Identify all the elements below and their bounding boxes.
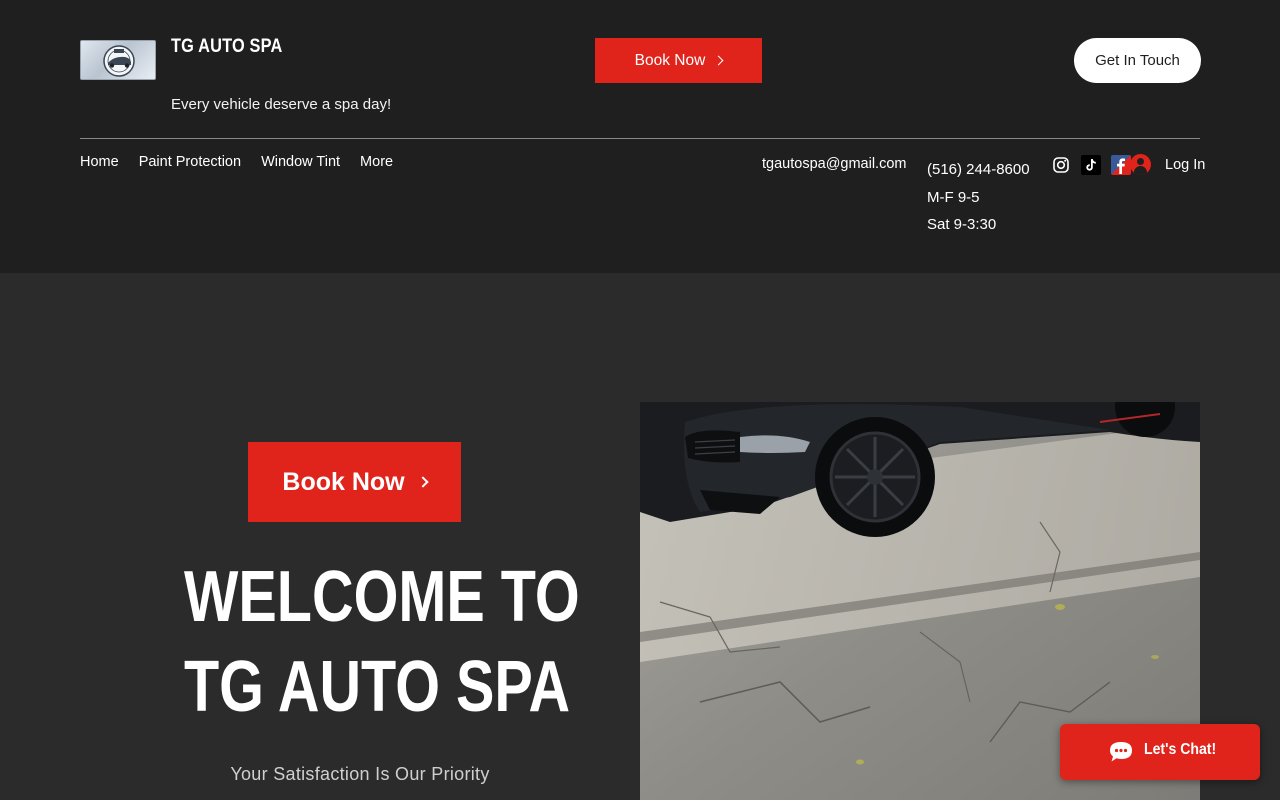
- login-button[interactable]: Log In: [1130, 154, 1205, 175]
- header-divider: [80, 138, 1200, 139]
- email-link[interactable]: tgautospa@gmail.com: [762, 156, 906, 172]
- hero-title-line-1: WELCOME TO: [184, 557, 580, 637]
- brand-name: TG AUTO SPA: [171, 36, 283, 57]
- chat-widget-button[interactable]: Let's Chat!: [1060, 724, 1260, 780]
- social-bar: [1051, 155, 1131, 175]
- book-now-label: Book Now: [634, 51, 706, 69]
- site-header: TG AUTO SPA Every vehicle deserve a spa …: [0, 0, 1280, 273]
- hours-saturday: Sat 9-3:30: [927, 216, 997, 233]
- contact-info: (516) 244-8600 M-F 9-5 Sat 9-3:30: [927, 156, 1030, 239]
- phone-number[interactable]: (516) 244-8600: [927, 156, 1030, 184]
- hours-weekday: M-F 9-5: [927, 188, 980, 206]
- nav-item-paint-protection[interactable]: Paint Protection: [139, 154, 241, 170]
- tiktok-icon[interactable]: [1081, 155, 1101, 175]
- chat-bubble-icon: [1110, 742, 1132, 762]
- nav-item-window-tint[interactable]: Window Tint: [261, 154, 340, 170]
- logo[interactable]: [80, 40, 156, 80]
- facebook-icon[interactable]: [1111, 155, 1131, 175]
- chat-label: Let's Chat!: [1144, 741, 1217, 758]
- hero-subtitle: Your Satisfaction Is Our Priority: [230, 764, 490, 784]
- main-nav: Home Paint Protection Window Tint More: [80, 154, 393, 170]
- nav-item-home[interactable]: Home: [80, 154, 119, 170]
- hero-title: WELCOME TO TG AUTO SPA: [140, 552, 580, 732]
- chevron-right-icon: [416, 476, 429, 488]
- book-now-button[interactable]: Book Now: [595, 38, 762, 83]
- instagram-icon[interactable]: [1051, 155, 1071, 175]
- hero-book-now-button[interactable]: Book Now: [248, 442, 461, 522]
- user-avatar-icon: [1130, 154, 1151, 175]
- chevron-right-icon: [713, 55, 724, 66]
- hero-book-now-label: Book Now: [282, 467, 405, 496]
- login-label: Log In: [1165, 156, 1206, 173]
- nav-item-more[interactable]: More: [360, 154, 393, 170]
- get-in-touch-button[interactable]: Get In Touch: [1074, 38, 1201, 83]
- tagline: Every vehicle deserve a spa day!: [171, 96, 392, 113]
- get-in-touch-label: Get In Touch: [1095, 52, 1180, 69]
- hero-title-line-2: TG AUTO SPA: [184, 647, 571, 727]
